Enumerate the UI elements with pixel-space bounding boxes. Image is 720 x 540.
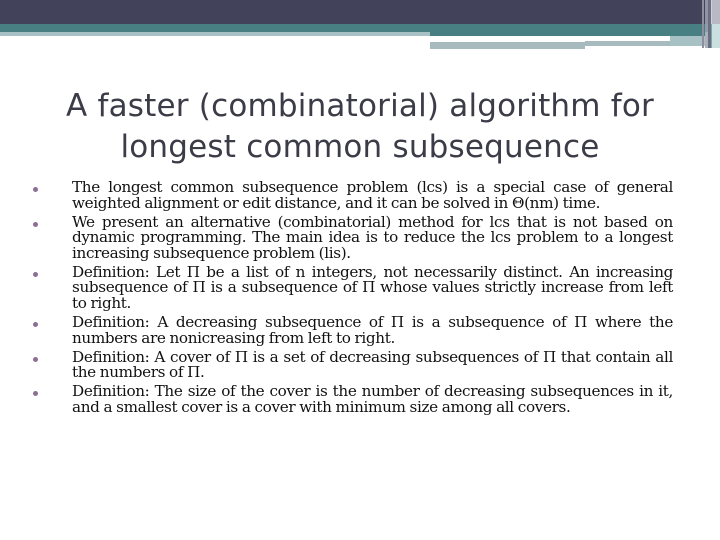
header-accent-right-light: [430, 42, 585, 49]
header-accent-left: [0, 32, 430, 36]
header-accent-corner: [670, 36, 705, 46]
bullet-text: Definition: A decreasing subsequence of …: [72, 312, 673, 347]
bullet-text: The longest common subsequence problem (…: [72, 178, 673, 212]
bullet-dot-icon: [33, 187, 38, 192]
title-line-2: longest common subsequence: [120, 129, 600, 165]
bullet-text: Definition: Let Π be a list of n integer…: [72, 262, 673, 312]
bullet-text: Definition: A cover of Π is a set of dec…: [72, 347, 673, 382]
corner-stripe: [702, 0, 704, 48]
bullet-list: The longest common subsequence problem (…: [28, 178, 673, 419]
header-band-dark: [0, 0, 720, 24]
bullet-text: We present an alternative (combinatorial…: [72, 212, 673, 262]
bullet-text: Definition: The size of the cover is the…: [72, 382, 673, 416]
bullet-item: Definition: A cover of Π is a set of dec…: [28, 347, 673, 382]
slide: A faster (combinatorial) algorithm for l…: [0, 0, 720, 540]
bullet-item: Definition: A decreasing subsequence of …: [28, 312, 673, 347]
bullet-dot-icon: [33, 271, 38, 277]
corner-stripe-teal: [711, 24, 712, 48]
header-band-teal: [0, 24, 720, 32]
bullet-dot-icon: [33, 391, 38, 397]
title-line-1: A faster (combinatorial) algorithm for: [66, 88, 654, 124]
bullet-item: We present an alternative (combinatorial…: [28, 212, 673, 262]
corner-stripe-light: [712, 24, 720, 48]
slide-title: A faster (combinatorial) algorithm for l…: [40, 86, 680, 168]
bullet-item: The longest common subsequence problem (…: [28, 178, 673, 212]
bullet-dot-icon: [33, 221, 38, 227]
header-accent-right-light-thin: [585, 41, 670, 46]
bullet-item: Definition: Let Π be a list of n integer…: [28, 262, 673, 312]
bullet-dot-icon: [33, 321, 38, 327]
bullet-item: Definition: The size of the cover is the…: [28, 382, 673, 416]
bullet-dot-icon: [33, 356, 38, 362]
header-accent-gap: [430, 36, 705, 39]
